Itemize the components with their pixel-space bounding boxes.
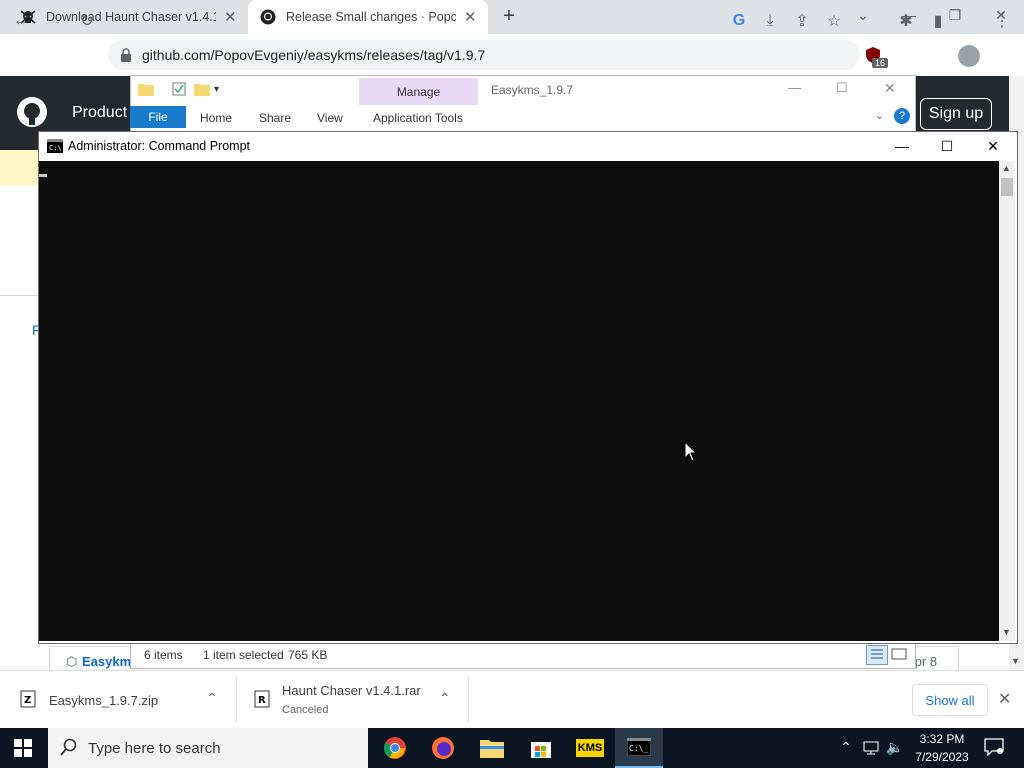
back-icon[interactable]: ← bbox=[8, 8, 34, 34]
tray-overflow-icon[interactable]: ⌃ bbox=[840, 739, 852, 756]
new-folder-icon[interactable] bbox=[194, 82, 210, 96]
svg-text:R: R bbox=[258, 695, 266, 706]
windows-start-icon[interactable] bbox=[14, 739, 32, 757]
divider bbox=[236, 676, 237, 722]
cmd-taskbar-icon[interactable]: C:\_ bbox=[615, 728, 663, 768]
extension-badge: 16 bbox=[872, 58, 889, 68]
status-size: 765 KB bbox=[288, 648, 328, 662]
network-icon[interactable] bbox=[862, 740, 880, 756]
tab-github-release[interactable]: Release Small changes · PopovEv ✕ bbox=[248, 0, 488, 34]
download-status: Canceled bbox=[282, 704, 329, 716]
svg-text:Z: Z bbox=[24, 695, 31, 706]
console-area[interactable] bbox=[39, 161, 999, 641]
chrome-taskbar-icon[interactable] bbox=[371, 728, 419, 768]
explorer-status-bar: 6 items 1 item selected 765 KB bbox=[131, 642, 913, 667]
console-scroll-thumb[interactable] bbox=[1001, 178, 1013, 196]
chevron-up-icon[interactable]: ⌃ bbox=[206, 690, 218, 707]
github-icon bbox=[260, 9, 276, 25]
large-icons-view-icon[interactable] bbox=[890, 646, 908, 662]
tab-close-icon[interactable]: ✕ bbox=[224, 8, 237, 26]
url-text[interactable]: github.com/PopovEvgeniy/easykms/releases… bbox=[142, 47, 485, 63]
tray-time[interactable]: 3:32 PM bbox=[918, 732, 966, 746]
install-app-icon[interactable]: ⤓ bbox=[757, 8, 783, 34]
store-taskbar-icon[interactable] bbox=[517, 728, 565, 768]
explorer-minimize-icon[interactable]: — bbox=[788, 80, 812, 95]
rar-file-icon: R bbox=[254, 690, 270, 708]
ribbon-tab-share[interactable]: Share bbox=[259, 108, 291, 128]
cmd-maximize-icon[interactable]: ☐ bbox=[924, 132, 970, 160]
search-icon bbox=[60, 738, 78, 756]
explorer-title: Easykms_1.9.7 bbox=[491, 83, 574, 97]
search-placeholder: Type here to search bbox=[88, 740, 221, 757]
properties-icon[interactable] bbox=[172, 82, 186, 96]
share-icon[interactable]: ⇪ bbox=[789, 8, 815, 34]
scroll-down-icon[interactable]: ▼ bbox=[1011, 656, 1020, 666]
notifications-icon[interactable] bbox=[984, 738, 1004, 756]
console-scrollbar[interactable] bbox=[999, 161, 1015, 641]
lock-icon[interactable] bbox=[120, 48, 132, 62]
cmd-title: Administrator: Command Prompt bbox=[68, 139, 251, 153]
bookmark-star-icon[interactable]: ☆ bbox=[821, 8, 847, 34]
ribbon-tab-file[interactable]: File bbox=[130, 106, 186, 128]
quick-access-dropdown-icon[interactable]: ▾ bbox=[214, 84, 219, 95]
scroll-down-icon[interactable]: ▼ bbox=[1002, 627, 1011, 637]
reload-icon[interactable]: ↻ bbox=[74, 8, 100, 34]
ribbon-tab-application-tools[interactable]: Application Tools bbox=[373, 108, 463, 128]
tray-date[interactable]: 7/29/2023 bbox=[910, 750, 974, 764]
ribbon-tab-view[interactable]: View bbox=[317, 108, 343, 128]
tab-close-icon[interactable]: ✕ bbox=[464, 8, 477, 26]
nav-product[interactable]: Product bbox=[72, 104, 127, 122]
github-logo-icon[interactable] bbox=[16, 96, 48, 128]
chrome-menu-icon[interactable]: ⋮ bbox=[989, 8, 1015, 34]
explorer-close-icon[interactable]: ✕ bbox=[884, 80, 908, 97]
taskbar-search-box[interactable]: Type here to search bbox=[48, 728, 368, 768]
forward-icon[interactable]: → bbox=[42, 8, 68, 34]
cmd-minimize-icon[interactable]: — bbox=[879, 132, 925, 160]
volume-icon[interactable]: 🔈 bbox=[886, 739, 903, 756]
ribbon-expand-icon[interactable]: ⌄ bbox=[875, 109, 884, 122]
kms-label: KMS bbox=[575, 739, 605, 757]
divider bbox=[468, 676, 469, 722]
ribbon-tab-home[interactable]: Home bbox=[200, 108, 232, 128]
google-translate-icon[interactable]: G bbox=[726, 8, 752, 34]
status-item-count: 6 items bbox=[144, 648, 183, 662]
kms-taskbar-icon[interactable]: KMS bbox=[566, 728, 614, 768]
mouse-pointer-icon bbox=[684, 441, 698, 463]
side-panel-icon[interactable]: ▮ bbox=[925, 8, 951, 34]
scroll-up-icon[interactable]: ▲ bbox=[1002, 163, 1011, 173]
file-explorer-taskbar-icon[interactable] bbox=[468, 728, 516, 768]
close-downloads-icon[interactable]: ✕ bbox=[998, 689, 1011, 709]
show-all-button[interactable]: Show all bbox=[912, 684, 988, 716]
zip-file-icon: Z bbox=[20, 690, 36, 708]
flash-banner bbox=[0, 150, 40, 185]
divider bbox=[0, 295, 38, 296]
svg-text:C:\_: C:\_ bbox=[629, 744, 648, 753]
download-item-name[interactable]: Haunt Chaser v1.4.1.rar bbox=[282, 683, 421, 698]
help-icon[interactable]: ? bbox=[894, 108, 910, 124]
details-view-icon[interactable] bbox=[866, 645, 888, 665]
signup-button[interactable]: Sign up bbox=[920, 98, 992, 130]
tab-title: Download Haunt Chaser v1.4.1 - bbox=[46, 10, 216, 24]
profile-avatar-icon[interactable] bbox=[958, 45, 980, 67]
folder-icon bbox=[138, 82, 154, 96]
download-item-name[interactable]: Easykms_1.9.7.zip bbox=[49, 693, 158, 708]
status-selected: 1 item selected bbox=[203, 648, 284, 662]
cmd-close-icon[interactable]: ✕ bbox=[970, 132, 1016, 160]
new-tab-icon[interactable]: + bbox=[498, 5, 520, 27]
svg-text:C:\: C:\ bbox=[49, 144, 62, 152]
explorer-maximize-icon[interactable]: ☐ bbox=[836, 80, 860, 96]
cmd-app-icon: C:\ bbox=[47, 139, 63, 153]
firefox-taskbar-icon[interactable] bbox=[419, 728, 467, 768]
manage-contextual-tab[interactable]: Manage bbox=[359, 78, 478, 105]
console-cursor bbox=[39, 174, 47, 177]
extensions-puzzle-icon[interactable]: ✱ bbox=[893, 8, 919, 34]
package-icon: ⬡ bbox=[66, 654, 78, 669]
chevron-up-icon[interactable]: ⌃ bbox=[439, 690, 451, 707]
tab-title: Release Small changes · PopovEv bbox=[286, 10, 456, 24]
